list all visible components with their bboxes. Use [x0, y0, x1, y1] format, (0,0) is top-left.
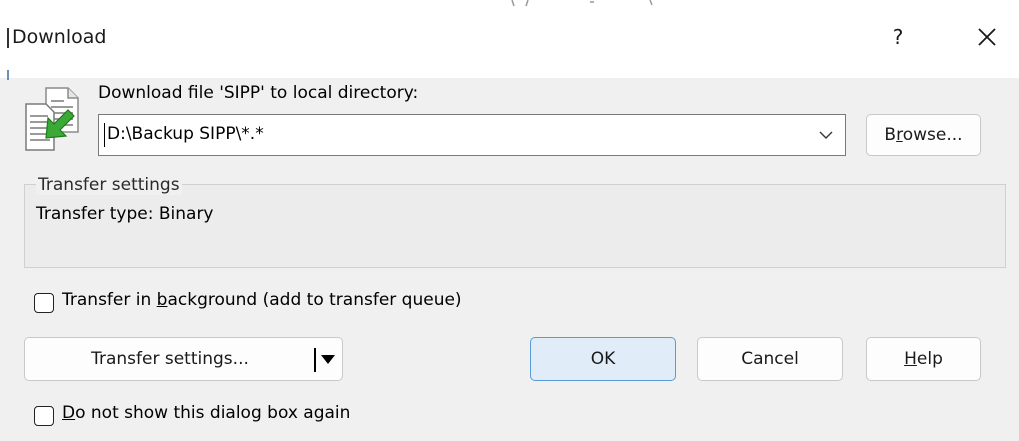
- background-artifact: [511, 0, 653, 7]
- file-download-icon: [25, 87, 79, 151]
- browse-button[interactable]: Browse...: [866, 114, 981, 156]
- split-divider: [314, 348, 316, 372]
- transfer-settings-button[interactable]: Transfer settings...: [24, 337, 343, 381]
- dropdown-arrow-icon[interactable]: [321, 355, 335, 364]
- transfer-type-text: Transfer type: Binary: [36, 204, 214, 224]
- text-caret: [104, 123, 105, 147]
- ok-button[interactable]: OK: [530, 337, 676, 381]
- transfer-settings-label[interactable]: Transfer settings...: [25, 338, 315, 380]
- title-bar: [0, 0, 1019, 78]
- browse-label: Browse...: [884, 125, 963, 145]
- cancel-button[interactable]: Cancel: [697, 337, 843, 381]
- transfer-settings-group: [24, 184, 1006, 268]
- close-icon[interactable]: [970, 20, 1004, 54]
- dialog-title: Download: [12, 26, 107, 48]
- chevron-down-icon[interactable]: [817, 127, 835, 143]
- help-button[interactable]: Help: [866, 337, 981, 381]
- download-label: Download file 'SIPP' to local directory:: [98, 83, 419, 103]
- window-edge-mark: [7, 28, 9, 48]
- help-icon[interactable]: ?: [883, 22, 913, 52]
- local-directory-value[interactable]: D:\Backup SIPP\*.*: [107, 124, 264, 144]
- dont-show-checkbox-label[interactable]: Do not show this dialog box again: [62, 403, 350, 423]
- group-caption: Transfer settings: [36, 175, 182, 195]
- background-checkbox-label[interactable]: Transfer in background (add to transfer …: [62, 290, 462, 310]
- window-edge-mark: [7, 70, 9, 80]
- local-directory-combobox[interactable]: D:\Backup SIPP\*.*: [98, 114, 846, 156]
- background-checkbox[interactable]: [34, 293, 54, 313]
- dont-show-checkbox[interactable]: [34, 406, 54, 426]
